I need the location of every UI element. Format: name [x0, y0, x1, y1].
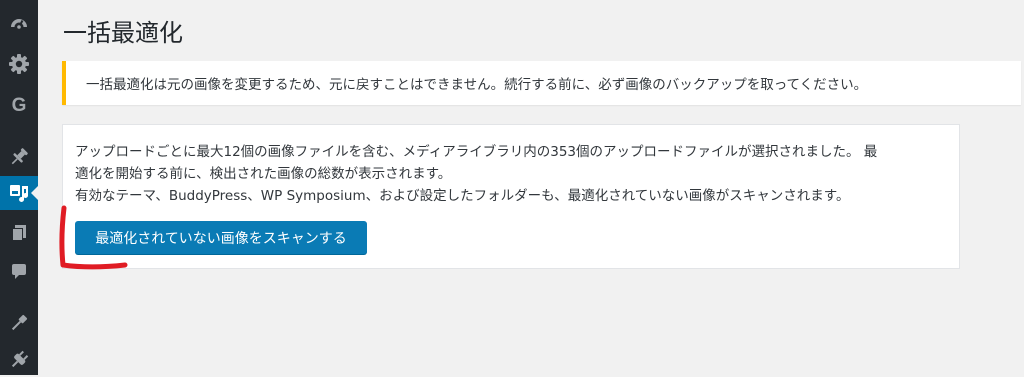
description-line: 適化を開始する前に、検出された画像の総数が表示されます。 — [75, 166, 452, 182]
bulk-optimize-card: アップロードごとに最大12個の画像ファイルを含む、メディアライブラリ内の353個… — [62, 124, 960, 269]
pages-icon[interactable] — [0, 216, 38, 250]
media-icon[interactable] — [0, 176, 38, 210]
card-description: アップロードごとに最大12個の画像ファイルを含む、メディアライブラリ内の353個… — [75, 141, 951, 207]
page-title: 一括最適化 — [63, 20, 183, 47]
gear-icon[interactable] — [0, 47, 38, 81]
dashboard-icon[interactable] — [0, 6, 38, 40]
description-line: アップロードごとに最大12個の画像ファイルを含む、メディアライブラリ内の353個… — [75, 144, 878, 160]
plugins-icon[interactable] — [0, 343, 38, 377]
red-annotation-mark — [59, 205, 128, 270]
warning-notice: 一括最適化は元の画像を変更するため、元に戻すことはできません。続行する前に、必ず… — [62, 61, 1021, 105]
description-line: 有効なテーマ、BuddyPress、WP Symposium、および設定したフォ… — [75, 188, 850, 204]
notice-text: 一括最適化は元の画像を変更するため、元に戻すことはできません。続行する前に、必ず… — [86, 77, 868, 93]
comment-icon[interactable] — [0, 254, 38, 288]
appearance-icon[interactable] — [0, 306, 38, 340]
admin-sidebar: G — [0, 0, 38, 375]
g-icon-label: G — [11, 94, 27, 116]
pin-icon[interactable] — [0, 140, 38, 174]
g-icon[interactable]: G — [0, 88, 38, 122]
